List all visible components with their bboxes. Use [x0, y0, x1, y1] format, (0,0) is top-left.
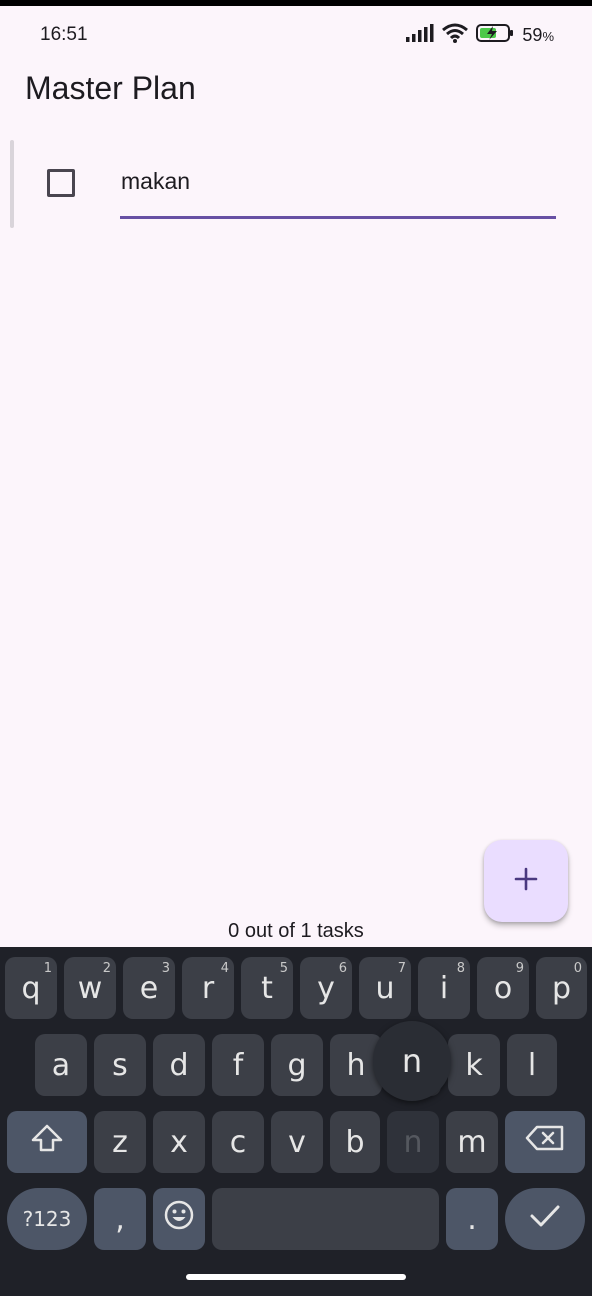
key-preview-popup: n [373, 1021, 451, 1101]
battery-percent: 59% [522, 25, 554, 45]
symbols-key[interactable]: ?123 [7, 1188, 87, 1250]
key-o[interactable]: o9 [477, 957, 529, 1019]
key-i[interactable]: i8 [418, 957, 470, 1019]
scroll-indicator [10, 140, 14, 228]
plus-icon [514, 867, 538, 896]
key-b[interactable]: b [330, 1111, 380, 1173]
key-a[interactable]: a [35, 1034, 87, 1096]
key-n[interactable]: n [387, 1111, 439, 1173]
key-f[interactable]: f [212, 1034, 264, 1096]
task-text: makan [121, 168, 191, 194]
shift-key[interactable] [7, 1111, 87, 1173]
comma-key[interactable]: , [94, 1188, 146, 1250]
home-indicator[interactable] [186, 1274, 406, 1280]
key-x[interactable]: x [153, 1111, 205, 1173]
emoji-key[interactable] [153, 1188, 205, 1250]
key-v[interactable]: v [271, 1111, 323, 1173]
task-summary: 0 out of 1 tasks [228, 920, 364, 942]
key-s[interactable]: s [94, 1034, 146, 1096]
wifi-icon [442, 23, 469, 48]
backspace-key[interactable] [505, 1111, 585, 1173]
key-w[interactable]: w2 [64, 957, 116, 1019]
key-u[interactable]: u7 [359, 957, 411, 1019]
key-e[interactable]: e3 [123, 957, 175, 1019]
space-key[interactable] [212, 1188, 439, 1250]
key-q[interactable]: q1 [5, 957, 57, 1019]
status-time: 16:51 [40, 24, 88, 45]
key-l[interactable]: l [507, 1034, 557, 1096]
signal-icon [406, 24, 434, 47]
period-key[interactable]: . [446, 1188, 498, 1250]
key-z[interactable]: z [94, 1111, 146, 1173]
add-task-button[interactable] [484, 840, 568, 922]
keyboard: q1 w2 e3 r4 t5 y6 u7 i8 o9 p0 a s d f g … [0, 947, 592, 1296]
key-d[interactable]: d [153, 1034, 205, 1096]
key-y[interactable]: y6 [300, 957, 352, 1019]
backspace-icon [525, 1124, 565, 1160]
shift-icon [30, 1123, 64, 1161]
key-k[interactable]: k [448, 1034, 500, 1096]
status-bar: 16:51 59% [0, 6, 592, 58]
battery-charging-icon [476, 23, 514, 48]
key-r[interactable]: r4 [182, 957, 234, 1019]
key-m[interactable]: m [446, 1111, 498, 1173]
task-checkbox[interactable] [47, 169, 75, 197]
status-icons: 59% [406, 23, 554, 48]
task-row: makan [0, 138, 592, 230]
key-c[interactable]: c [212, 1111, 264, 1173]
task-input[interactable]: makan [120, 156, 556, 219]
page-title: Master Plan [25, 70, 196, 106]
check-icon [529, 1202, 561, 1237]
key-p[interactable]: p0 [536, 957, 587, 1019]
done-key[interactable] [505, 1188, 585, 1250]
key-t[interactable]: t5 [241, 957, 293, 1019]
key-g[interactable]: g [271, 1034, 323, 1096]
emoji-icon [164, 1200, 194, 1238]
